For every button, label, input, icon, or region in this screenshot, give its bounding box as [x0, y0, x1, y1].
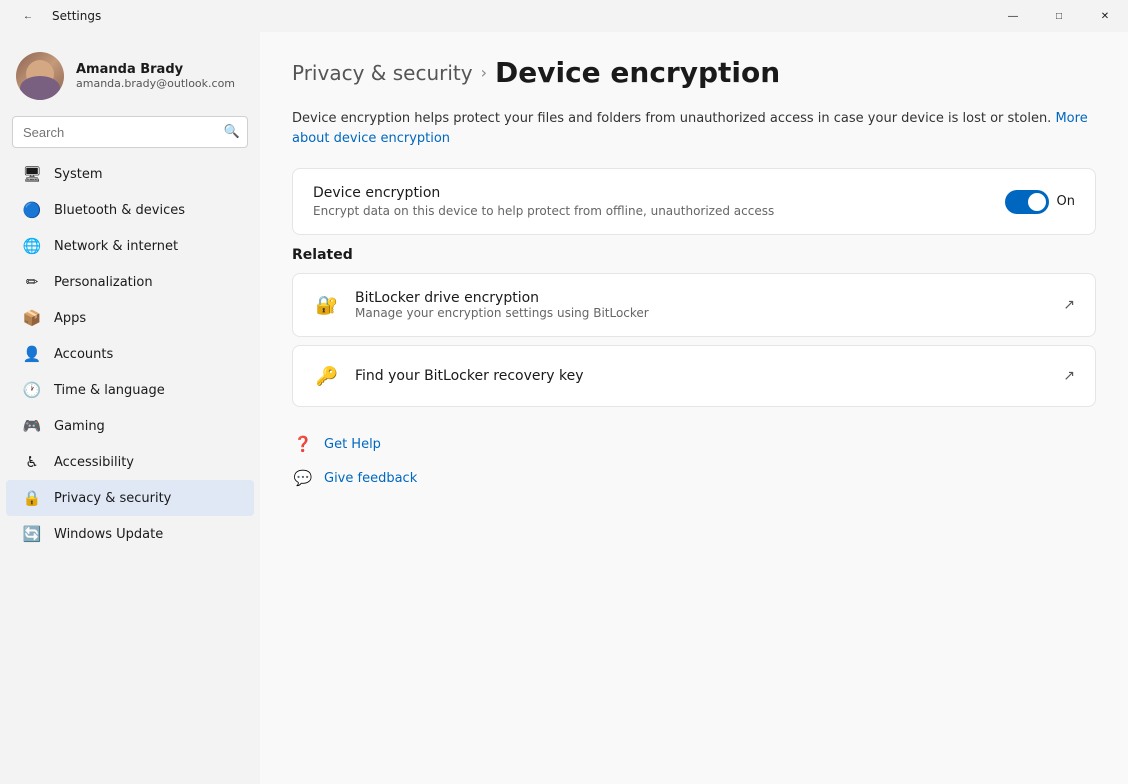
link-item-give-feedback[interactable]: 💬 Give feedback — [292, 461, 1096, 495]
windows-update-icon: 🔄 — [22, 524, 42, 544]
search-icon: 🔍 — [224, 125, 240, 140]
link-text-get-help[interactable]: Get Help — [324, 437, 381, 452]
related-card-0[interactable]: 🔐 BitLocker drive encryption Manage your… — [292, 273, 1096, 337]
links-section: ❓ Get Help 💬 Give feedback — [292, 427, 1096, 495]
accessibility-icon: ♿ — [22, 452, 42, 472]
device-encryption-info: Device encryption Encrypt data on this d… — [313, 185, 774, 218]
related-icon-0: 🔐 — [313, 291, 341, 319]
sidebar-item-network[interactable]: 🌐 Network & internet — [6, 228, 254, 264]
search-box: 🔍 — [12, 116, 248, 148]
window-title: Settings — [52, 9, 101, 23]
user-info: Amanda Brady amanda.brady@outlook.com — [76, 62, 244, 90]
breadcrumb-separator: › — [481, 63, 487, 82]
privacy-icon: 🔒 — [22, 488, 42, 508]
breadcrumb-parent: Privacy & security — [292, 61, 473, 85]
related-icon-1: 🔑 — [313, 362, 341, 390]
sidebar-item-gaming[interactable]: 🎮 Gaming — [6, 408, 254, 444]
sidebar: Amanda Brady amanda.brady@outlook.com 🔍 … — [0, 32, 260, 784]
related-list: 🔐 BitLocker drive encryption Manage your… — [292, 273, 1096, 407]
device-encryption-name: Device encryption — [313, 185, 774, 201]
avatar — [16, 52, 64, 100]
sidebar-item-time[interactable]: 🕐 Time & language — [6, 372, 254, 408]
personalization-icon: ✏ — [22, 272, 42, 292]
nav-list: 🖥 System 🔵 Bluetooth & devices 🌐 Network… — [0, 156, 260, 552]
encryption-toggle[interactable] — [1005, 190, 1049, 214]
sidebar-item-label-gaming: Gaming — [54, 419, 105, 434]
sidebar-item-apps[interactable]: 📦 Apps — [6, 300, 254, 336]
sidebar-item-label-personalization: Personalization — [54, 275, 153, 290]
main-content: Privacy & security › Device encryption D… — [260, 32, 1128, 784]
bluetooth-icon: 🔵 — [22, 200, 42, 220]
related-label: Related — [292, 247, 1096, 263]
related-name-0: BitLocker drive encryption — [355, 290, 649, 306]
sidebar-item-windows-update[interactable]: 🔄 Windows Update — [6, 516, 254, 552]
encryption-toggle-wrap: On — [1005, 190, 1075, 214]
sidebar-item-label-system: System — [54, 167, 102, 182]
links-list: ❓ Get Help 💬 Give feedback — [292, 427, 1096, 495]
sidebar-item-label-privacy: Privacy & security — [54, 491, 171, 506]
toggle-knob — [1028, 193, 1046, 211]
back-button[interactable]: ← — [12, 0, 44, 32]
sidebar-item-label-windows-update: Windows Update — [54, 527, 163, 542]
device-encryption-desc: Encrypt data on this device to help prot… — [313, 204, 774, 218]
external-icon-1: ↗ — [1063, 368, 1075, 384]
maximize-button[interactable]: □ — [1036, 0, 1082, 32]
link-text-give-feedback[interactable]: Give feedback — [324, 471, 417, 486]
link-icon-give-feedback: 💬 — [292, 467, 314, 489]
close-button[interactable]: ✕ — [1082, 0, 1128, 32]
app-container: Amanda Brady amanda.brady@outlook.com 🔍 … — [0, 32, 1128, 784]
search-input[interactable] — [12, 116, 248, 148]
sidebar-item-label-time: Time & language — [54, 383, 165, 398]
minimize-button[interactable]: — — [990, 0, 1036, 32]
titlebar: ← Settings — □ ✕ — [0, 0, 1128, 32]
sidebar-item-accounts[interactable]: 👤 Accounts — [6, 336, 254, 372]
device-encryption-card: Device encryption Encrypt data on this d… — [292, 168, 1096, 235]
user-email: amanda.brady@outlook.com — [76, 77, 244, 90]
sidebar-item-system[interactable]: 🖥 System — [6, 156, 254, 192]
gaming-icon: 🎮 — [22, 416, 42, 436]
window-controls: — □ ✕ — [990, 0, 1128, 32]
toggle-label: On — [1057, 194, 1075, 209]
accounts-icon: 👤 — [22, 344, 42, 364]
apps-icon: 📦 — [22, 308, 42, 328]
page-description: Device encryption helps protect your fil… — [292, 109, 1096, 148]
sidebar-item-label-apps: Apps — [54, 311, 86, 326]
network-icon: 🌐 — [22, 236, 42, 256]
related-name-1: Find your BitLocker recovery key — [355, 368, 584, 384]
breadcrumb-current: Device encryption — [495, 56, 780, 89]
time-icon: 🕐 — [22, 380, 42, 400]
link-item-get-help[interactable]: ❓ Get Help — [292, 427, 1096, 461]
sidebar-item-privacy[interactable]: 🔒 Privacy & security — [6, 480, 254, 516]
user-card[interactable]: Amanda Brady amanda.brady@outlook.com — [0, 40, 260, 116]
sidebar-item-label-accessibility: Accessibility — [54, 455, 134, 470]
breadcrumb: Privacy & security › Device encryption — [292, 56, 1096, 89]
sidebar-item-accessibility[interactable]: ♿ Accessibility — [6, 444, 254, 480]
sidebar-item-label-network: Network & internet — [54, 239, 178, 254]
user-name: Amanda Brady — [76, 62, 244, 77]
external-icon-0: ↗ — [1063, 297, 1075, 313]
related-card-1[interactable]: 🔑 Find your BitLocker recovery key ↗ — [292, 345, 1096, 407]
sidebar-item-label-accounts: Accounts — [54, 347, 113, 362]
sidebar-item-bluetooth[interactable]: 🔵 Bluetooth & devices — [6, 192, 254, 228]
link-icon-get-help: ❓ — [292, 433, 314, 455]
related-desc-0: Manage your encryption settings using Bi… — [355, 306, 649, 320]
system-icon: 🖥 — [22, 164, 42, 184]
sidebar-item-personalization[interactable]: ✏ Personalization — [6, 264, 254, 300]
sidebar-item-label-bluetooth: Bluetooth & devices — [54, 203, 185, 218]
